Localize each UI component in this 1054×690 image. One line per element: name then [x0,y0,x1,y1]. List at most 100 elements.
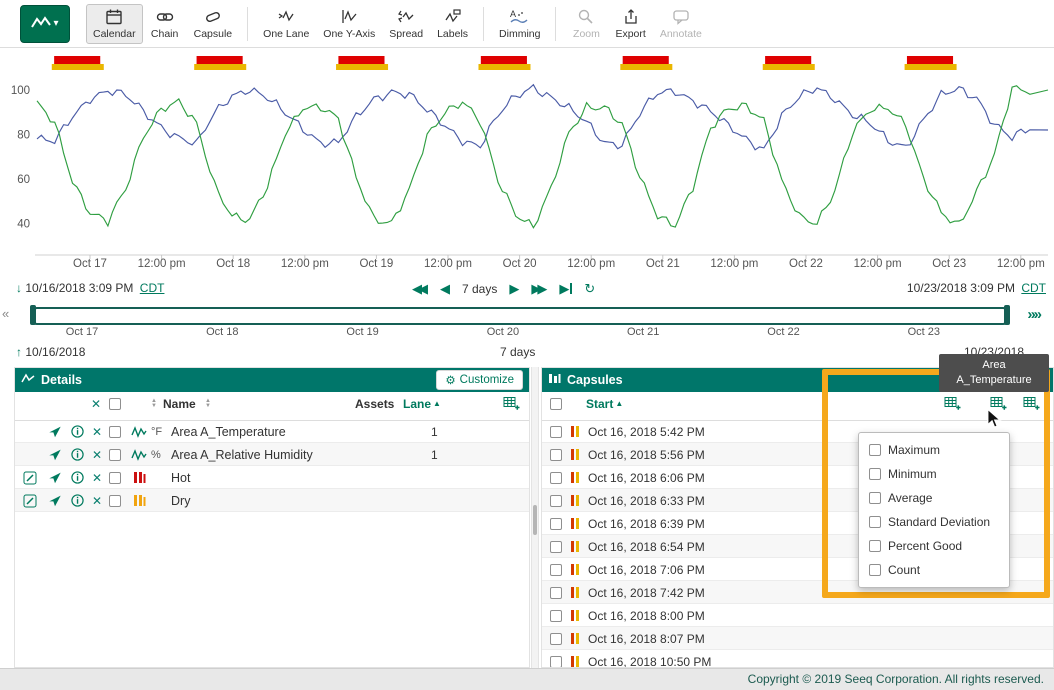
row-checkbox[interactable] [550,512,562,535]
sort-icon[interactable]: ▲▼ [205,399,211,409]
capsule-row[interactable]: Oct 16, 2018 8:00 PM [542,604,1053,627]
stat-checkbox[interactable] [869,564,881,576]
scrollbar-handle[interactable] [533,505,537,535]
info-icon[interactable] [71,420,84,443]
remove-icon[interactable]: ✕ [92,466,102,489]
row-checkbox[interactable] [109,420,121,443]
tool-export[interactable]: Export [608,4,652,44]
capsule-row[interactable]: Oct 16, 2018 8:07 PM [542,627,1053,650]
timezone-link[interactable]: CDT [1021,281,1046,295]
row-checkbox[interactable] [550,558,562,581]
stat-option-standard-deviation[interactable]: Standard Deviation [859,510,1009,534]
details-scrollbar[interactable] [531,367,539,668]
details-row[interactable]: ✕Hot [15,466,529,489]
row-checkbox[interactable] [550,581,562,604]
tool-label: One Lane [263,28,309,40]
stat-checkbox[interactable] [869,444,881,456]
pin-icon[interactable] [48,420,62,443]
row-checkbox[interactable] [550,489,562,512]
stat-checkbox[interactable] [869,540,881,552]
row-checkbox[interactable] [109,443,121,466]
row-checkbox[interactable] [109,489,121,512]
column-lane[interactable]: Lane▲ [403,392,441,415]
trend-chart[interactable]: 100806040 [0,48,1054,260]
row-checkbox[interactable] [550,443,562,466]
stat-checkbox[interactable] [869,492,881,504]
refresh-icon[interactable]: ↻ [584,280,595,298]
details-row[interactable]: ✕°FArea A_Temperature1 [15,420,529,443]
info-icon[interactable] [71,466,84,489]
tool-dimming[interactable]: A Dimming [492,4,547,44]
investigate-duration[interactable]: 7 days [500,345,535,359]
trend-view-button[interactable]: ▾ [20,5,70,43]
column-start[interactable]: Start▲ [586,392,623,415]
add-column-icon[interactable] [503,392,520,415]
row-checkbox[interactable] [109,466,121,489]
add-column-icon[interactable] [944,392,961,415]
timeline-left-handle[interactable] [30,305,36,325]
timezone-link[interactable]: CDT [140,281,165,295]
row-checkbox[interactable] [550,604,562,627]
stat-option-average[interactable]: Average [859,486,1009,510]
remove-icon[interactable]: ✕ [92,443,102,466]
dry-capsule-bar [336,64,388,70]
step-back-full-icon[interactable]: ◀◀ [412,280,424,298]
stat-checkbox[interactable] [869,468,881,480]
timeline-zoom-icon[interactable]: »» [1027,306,1040,323]
row-checkbox[interactable] [550,535,562,558]
remove-icon[interactable]: ✕ [92,420,102,443]
tool-labels[interactable]: Labels [430,4,475,44]
display-range-end[interactable]: 10/23/2018 3:09 PM [907,281,1015,295]
column-assets[interactable]: Assets [355,392,394,415]
remove-all-icon[interactable]: ✕ [91,392,101,415]
step-to-end-icon[interactable]: ▶ [559,280,572,298]
details-row[interactable]: ✕%Area A_Relative Humidity1 [15,443,529,466]
stat-option-count[interactable]: Count [859,558,1009,582]
range-duration[interactable]: 7 days [462,282,497,296]
step-back-half-icon[interactable]: ◀ [440,280,450,298]
row-checkbox[interactable] [550,650,562,667]
select-all-checkbox[interactable] [109,392,121,415]
step-forward-full-icon[interactable]: ▶▶ [531,280,543,298]
tool-chain[interactable]: Chain [143,4,187,44]
add-statistic-icon[interactable] [990,392,1007,415]
stat-checkbox[interactable] [869,516,881,528]
select-all-checkbox[interactable] [550,392,562,415]
timeline-range-bar[interactable] [30,307,1010,325]
pin-icon[interactable] [48,489,62,512]
x-axis-tick-label: 12:00 pm [424,258,472,270]
remove-icon[interactable]: ✕ [92,489,102,512]
edit-icon[interactable] [23,466,37,489]
info-icon[interactable] [71,489,84,512]
details-row[interactable]: ✕Dry [15,489,529,512]
tool-spread[interactable]: Spread [382,4,430,44]
tool-one-y-axis[interactable]: One Y-Axis [316,4,382,44]
temperature-series-line[interactable] [37,85,1048,150]
tool-capsule[interactable]: Capsule [187,4,240,44]
info-icon[interactable] [71,443,84,466]
collapse-left-icon[interactable]: « [2,306,9,321]
stat-option-percent-good[interactable]: Percent Good [859,534,1009,558]
sort-icon[interactable]: ▲▼ [151,399,157,409]
timeline-tick-label: Oct 17 [66,326,98,338]
row-checkbox[interactable] [550,420,562,443]
add-property-icon[interactable] [1023,392,1040,415]
column-name[interactable]: Name [163,392,196,415]
humidity-series-line[interactable] [37,86,1048,228]
stat-option-maximum[interactable]: Maximum [859,438,1009,462]
step-forward-half-icon[interactable]: ▶ [509,280,519,298]
tool-calendar[interactable]: Calendar [86,4,143,44]
row-checkbox[interactable] [550,627,562,650]
investigate-start-date[interactable]: 10/16/2018 [25,345,85,359]
timeline-right-handle[interactable] [1004,305,1010,325]
edit-icon[interactable] [23,489,37,512]
row-checkbox[interactable] [550,466,562,489]
pin-icon[interactable] [48,443,62,466]
tooltip-line1: Area [941,358,1047,373]
tool-one-lane[interactable]: One Lane [256,4,316,44]
display-range-start[interactable]: 10/16/2018 3:09 PM [25,281,133,295]
customize-button[interactable]: ⚙ Customize [436,370,523,390]
pin-icon[interactable] [48,466,62,489]
stat-option-minimum[interactable]: Minimum [859,462,1009,486]
capsule-row[interactable]: Oct 16, 2018 10:50 PM [542,650,1053,667]
